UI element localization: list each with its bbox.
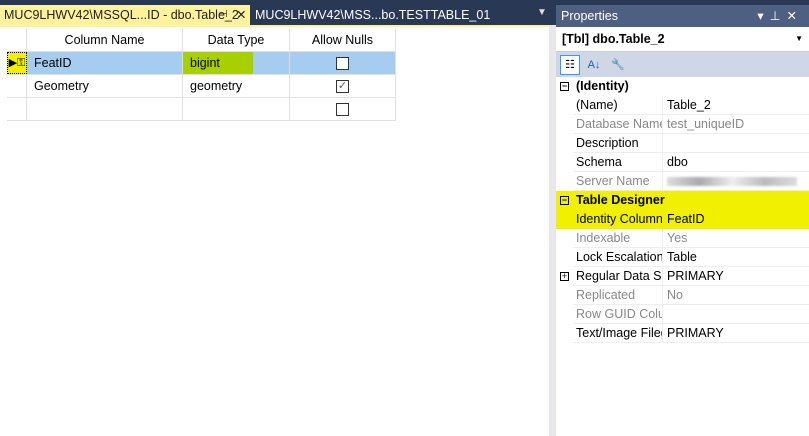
properties-title-bar: Properties ▾⊥✕ <box>556 5 809 27</box>
allow-nulls-cell <box>290 52 396 74</box>
property-row[interactable]: Row GUID Colur <box>556 305 809 324</box>
category-label: Table Designer <box>576 193 665 207</box>
property-value[interactable]: PRIMARY <box>663 267 809 286</box>
property-row[interactable]: Text/Image Fileg PRIMARY <box>556 324 809 343</box>
pin-icon[interactable]: ⊣ <box>219 5 228 25</box>
data-type-cell[interactable] <box>183 98 290 120</box>
pin-icon[interactable]: ⊥ <box>770 9 787 23</box>
property-row[interactable]: Database Name test_uniqueID <box>556 115 809 134</box>
property-row[interactable]: Lock Escalation Table <box>556 248 809 267</box>
property-value-blurred <box>663 172 809 191</box>
property-name: (Name) <box>573 96 663 115</box>
column-name-cell[interactable]: Geometry <box>27 75 183 97</box>
data-type-value: bigint <box>183 52 253 74</box>
column-name-cell[interactable]: FeatID <box>27 52 183 74</box>
header-data-type: Data Type <box>183 29 290 51</box>
properties-panel: Properties ▾⊥✕ [Tbl] dbo.Table_2 ▼ ☷ A↓ 🔧 … <box>556 5 809 436</box>
row-selector[interactable] <box>7 75 27 97</box>
allow-nulls-cell: ✓ <box>290 75 396 97</box>
property-row[interactable]: Server Name <box>556 172 809 191</box>
property-value: test_uniqueID <box>663 115 809 134</box>
dropdown-icon[interactable]: ▾ <box>757 9 769 23</box>
tab-label: MUC9LHWV42\MSS...bo.TESTTABLE_01 <box>255 8 491 22</box>
grid-header: Column Name Data Type Allow Nulls <box>7 29 396 52</box>
alphabetical-sort-icon[interactable]: A↓ <box>584 55 604 75</box>
property-name: Server Name <box>573 172 663 191</box>
property-value[interactable]: PRIMARY <box>663 324 809 343</box>
close-icon[interactable]: ✕ <box>787 9 803 23</box>
row-header-corner <box>7 29 27 51</box>
allow-nulls-checkbox[interactable] <box>336 57 349 71</box>
expand-icon[interactable]: + <box>560 272 569 281</box>
tab-testtable-01[interactable]: MUC9LHWV42\MSS...bo.TESTTABLE_01 <box>251 5 490 25</box>
data-type-cell[interactable]: bigint <box>183 52 290 74</box>
close-icon[interactable]: ✕ <box>236 5 246 25</box>
property-value[interactable]: Table_2 <box>663 96 809 115</box>
category-identity[interactable]: − (Identity) <box>556 77 809 96</box>
property-name: Identity Column <box>573 210 663 229</box>
collapse-icon[interactable]: − <box>560 82 569 91</box>
property-name: Schema <box>573 153 663 172</box>
table-designer: Column Name Data Type Allow Nulls ▶⚿ Fea… <box>0 25 549 436</box>
property-row[interactable]: Schema dbo <box>556 153 809 172</box>
allow-nulls-checkbox[interactable]: ✓ <box>336 80 349 94</box>
primary-key-icon[interactable]: ▶⚿ <box>7 52 27 74</box>
object-name: [Tbl] dbo.Table_2 <box>562 32 665 46</box>
property-name: Regular Data Spa <box>573 267 663 286</box>
property-value <box>663 305 809 324</box>
property-row[interactable]: (Name) Table_2 <box>556 96 809 115</box>
property-row[interactable]: Replicated No <box>556 286 809 305</box>
category-table-designer[interactable]: − Table Designer <box>556 191 809 210</box>
property-row[interactable]: + Regular Data SpaPRIMARY <box>556 267 809 286</box>
allow-nulls-checkbox[interactable] <box>336 103 349 117</box>
property-name: Indexable <box>573 229 663 248</box>
property-row[interactable]: Identity Column FeatID <box>556 210 809 229</box>
property-name: Database Name <box>573 115 663 134</box>
table-row[interactable] <box>7 98 396 121</box>
property-name: Description <box>573 134 663 153</box>
properties-toolbar: ☷ A↓ 🔧 <box>556 52 809 77</box>
property-value: No <box>663 286 809 305</box>
allow-nulls-cell <box>290 98 396 120</box>
property-row[interactable]: Indexable Yes <box>556 229 809 248</box>
property-value[interactable]: FeatID <box>663 210 809 229</box>
property-name: Replicated <box>573 286 663 305</box>
property-name: Lock Escalation <box>573 248 663 267</box>
tab-list-dropdown-icon[interactable]: ▼ <box>537 7 547 18</box>
property-pages-wrench-icon[interactable]: 🔧 <box>608 55 628 75</box>
property-value: Yes <box>663 229 809 248</box>
tab-table-2[interactable]: MUC9LHWV42\MSSQL...ID - dbo.Table_2 ⊣ ✕ <box>0 5 250 25</box>
property-row[interactable]: Description <box>556 134 809 153</box>
property-name: Text/Image Fileg <box>573 324 663 343</box>
header-column-name: Column Name <box>27 29 183 51</box>
category-label: (Identity) <box>576 79 629 93</box>
table-row[interactable]: Geometry geometry ✓ <box>7 75 396 98</box>
categorized-icon[interactable]: ☷ <box>560 54 580 75</box>
collapse-icon[interactable]: − <box>560 196 569 205</box>
row-selector[interactable] <box>7 98 27 120</box>
columns-grid: Column Name Data Type Allow Nulls ▶⚿ Fea… <box>7 29 396 121</box>
property-value[interactable]: dbo <box>663 153 809 172</box>
property-name: Row GUID Colur <box>573 305 663 324</box>
object-selector[interactable]: [Tbl] dbo.Table_2 ▼ <box>556 27 809 52</box>
header-allow-nulls: Allow Nulls <box>290 29 396 51</box>
column-name-cell[interactable] <box>27 98 183 120</box>
vertical-scrollbar[interactable] <box>549 25 556 436</box>
table-row[interactable]: ▶⚿ FeatID bigint <box>7 52 396 75</box>
tab-label: MUC9LHWV42\MSSQL...ID - dbo.Table_2 <box>4 8 239 22</box>
property-value[interactable] <box>663 134 809 153</box>
property-value[interactable]: Table <box>663 248 809 267</box>
document-tabs: MUC9LHWV42\MSSQL...ID - dbo.Table_2 ⊣ ✕ MU… <box>0 5 549 25</box>
chevron-down-icon: ▼ <box>795 34 803 43</box>
panel-title: Properties <box>561 9 618 23</box>
data-type-cell[interactable]: geometry <box>183 75 290 97</box>
